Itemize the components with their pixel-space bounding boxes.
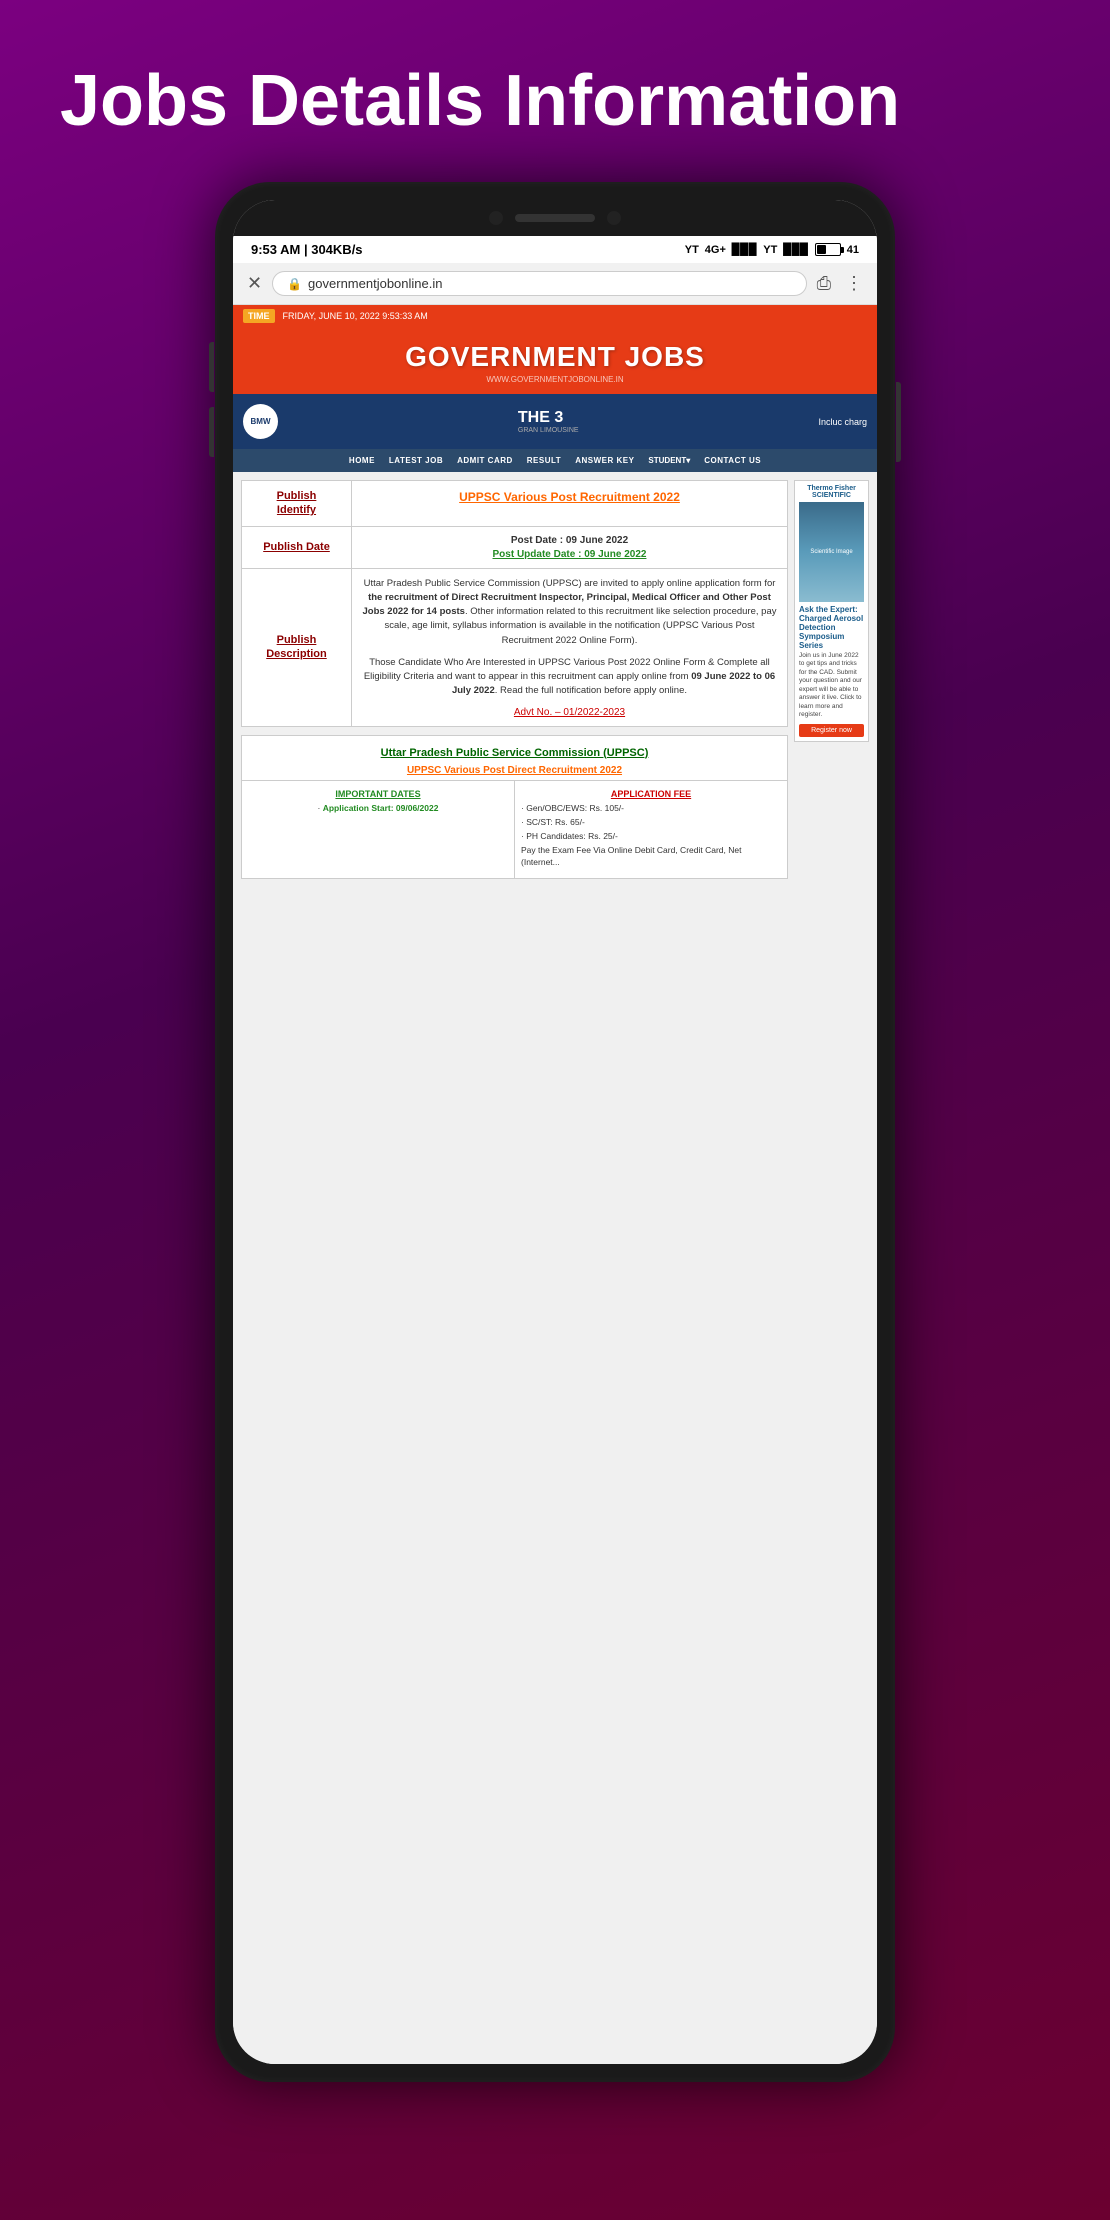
site-logo: GOVERNMENT JOBS [243, 341, 867, 373]
publish-date-row: Publish Date Post Date : 09 June 2022 Po… [242, 527, 787, 569]
important-dates-section: IMPORTANT DATES · Application Start: 09/… [242, 781, 515, 878]
signal-icon: 4G+ [705, 244, 726, 256]
ad-title: THE 3 [518, 409, 579, 427]
battery-percent: 41 [847, 244, 859, 256]
main-content: PublishIdentify UPPSC Various Post Recru… [241, 480, 788, 2056]
phone-screen: 9:53 AM | 304KB/s YT 4G+ ▉▉▉ YT ▉▉▉ 41 ✕… [233, 200, 877, 2064]
advt-link[interactable]: Advt No. – 01/2022-2023 [362, 707, 777, 718]
site-header: GOVERNMENT JOBS WWW.GOVERNMENTJOBONLINE.… [233, 327, 877, 394]
url-bar[interactable]: 🔒 governmentjobonline.in [272, 271, 807, 296]
page-title: Jobs Details Information [60, 60, 900, 142]
sidebar-ad-image: Scientific Image [799, 502, 864, 602]
publish-description-row: PublishDescription Uttar Pradesh Public … [242, 569, 787, 726]
ad-subtitle: GRAN LIMOUSINE [518, 427, 579, 434]
publish-description-label: PublishDescription [266, 633, 327, 662]
post-name-link[interactable]: UPPSC Various Post Direct Recruitment 20… [248, 765, 781, 776]
lock-icon: 🔒 [287, 277, 302, 291]
app-fee-label: APPLICATION FEE [521, 789, 781, 799]
menu-icon[interactable]: ⋮ [845, 273, 863, 294]
ticker-label: TIME [243, 309, 275, 323]
sidebar-ad[interactable]: Thermo Fisher SCIENTIFIC Scientific Imag… [794, 480, 869, 742]
front-camera [489, 211, 503, 225]
website-content: TIME FRIDAY, JUNE 10, 2022 9:53:33 AM GO… [233, 305, 877, 2064]
vol-down-button [209, 407, 214, 457]
status-icons: YT 4G+ ▉▉▉ YT ▉▉▉ 41 [685, 243, 859, 256]
sidebar-ad-body: Join us in June 2022 to get tips and tri… [799, 652, 864, 720]
ticker-text: FRIDAY, JUNE 10, 2022 9:53:33 AM [283, 311, 428, 321]
site-main: PublishIdentify UPPSC Various Post Recru… [233, 472, 877, 2064]
url-text: governmentjobonline.in [308, 276, 442, 291]
site-url: WWW.GOVERNMENTJOBONLINE.IN [243, 375, 867, 384]
phone-notch [233, 200, 877, 236]
publish-description-label-cell: PublishDescription [242, 569, 352, 726]
nav-home[interactable]: HOME [349, 456, 375, 465]
nav-result[interactable]: RESULT [527, 456, 561, 465]
sim2-signal: ▉▉▉ [783, 243, 808, 256]
fee-pay-method: Pay the Exam Fee Via Online Debit Card, … [521, 845, 781, 869]
phone-mockup: 9:53 AM | 304KB/s YT 4G+ ▉▉▉ YT ▉▉▉ 41 ✕… [215, 182, 895, 2082]
ad-content: THE 3 GRAN LIMOUSINE [518, 409, 579, 434]
status-time: 9:53 AM | 304KB/s [251, 242, 363, 257]
ad-banner[interactable]: BMW THE 3 GRAN LIMOUSINE Incluc charg [233, 394, 877, 449]
job-title-cell: UPPSC Various Post Recruitment 2022 [352, 481, 787, 527]
sidebar-brand: Thermo Fisher SCIENTIFIC [799, 485, 864, 499]
browser-actions: ⎙ ⋮ [817, 273, 863, 294]
fee-sc-st: · SC/ST: Rs. 65/- [521, 817, 781, 829]
description-para1: Uttar Pradesh Public Service Commission … [362, 577, 777, 648]
post-date: Post Date : 09 June 2022 [362, 535, 777, 546]
job-card-1: PublishIdentify UPPSC Various Post Recru… [241, 480, 788, 727]
close-tab-icon[interactable]: ✕ [247, 273, 262, 294]
battery-icon [815, 243, 841, 256]
battery-fill [817, 245, 826, 254]
important-dates-label: IMPORTANT DATES [248, 789, 508, 799]
speaker [515, 214, 595, 222]
sidebar-ad-title: Ask the Expert: Charged Aerosol Detectio… [799, 605, 864, 650]
update-date: Post Update Date : 09 June 2022 [362, 549, 777, 560]
publish-identify-label: PublishIdentify [277, 489, 317, 518]
news-ticker: TIME FRIDAY, JUNE 10, 2022 9:53:33 AM [233, 305, 877, 327]
job-title-link[interactable]: UPPSC Various Post Recruitment 2022 [362, 489, 777, 506]
nav-answer-key[interactable]: ANSWER KEY [575, 456, 634, 465]
nav-latest-job[interactable]: LATEST JOB [389, 456, 443, 465]
description-para2: Those Candidate Who Are Interested in UP… [362, 656, 777, 699]
power-button [896, 382, 901, 462]
publish-identify-row: PublishIdentify UPPSC Various Post Recru… [242, 481, 787, 527]
fee-general: · Gen/OBC/EWS: Rs. 105/- [521, 803, 781, 815]
sim2-icon: YT [763, 244, 777, 256]
vol-up-button [209, 342, 214, 392]
signal-bars: ▉▉▉ [732, 243, 757, 256]
publish-identify-label-cell: PublishIdentify [242, 481, 352, 527]
publish-date-label: Publish Date [263, 540, 330, 554]
browser-toolbar: ✕ 🔒 governmentjobonline.in ⎙ ⋮ [233, 263, 877, 305]
card2-body: IMPORTANT DATES · Application Start: 09/… [242, 781, 787, 878]
job-card-2: Uttar Pradesh Public Service Commission … [241, 735, 788, 880]
register-button[interactable]: Register now [799, 724, 864, 737]
application-fee-section: APPLICATION FEE · Gen/OBC/EWS: Rs. 105/-… [515, 781, 787, 878]
network-icon: YT [685, 244, 699, 256]
ad-right-text: Incluc charg [818, 417, 867, 427]
fee-ph: · PH Candidates: Rs. 25/- [521, 831, 781, 843]
status-bar: 9:53 AM | 304KB/s YT 4G+ ▉▉▉ YT ▉▉▉ 41 [233, 236, 877, 263]
description-content: Uttar Pradesh Public Service Commission … [352, 569, 787, 726]
sensor [607, 211, 621, 225]
nav-contact-us[interactable]: CONTACT US [704, 456, 761, 465]
publish-date-content: Post Date : 09 June 2022 Post Update Dat… [352, 527, 787, 569]
org-name-link[interactable]: Uttar Pradesh Public Service Commission … [248, 746, 781, 761]
sidebar: Thermo Fisher SCIENTIFIC Scientific Imag… [794, 480, 869, 2056]
nav-student[interactable]: STUDENT▾ [648, 456, 690, 465]
publish-date-label-cell: Publish Date [242, 527, 352, 569]
app-start-date: · Application Start: 09/06/2022 [248, 803, 508, 813]
card2-header: Uttar Pradesh Public Service Commission … [242, 736, 787, 781]
site-navigation: HOME LATEST JOB ADMIT CARD RESULT ANSWER… [233, 449, 877, 472]
bmw-logo: BMW [243, 404, 278, 439]
nav-admit-card[interactable]: ADMIT CARD [457, 456, 513, 465]
share-icon[interactable]: ⎙ [817, 273, 831, 294]
